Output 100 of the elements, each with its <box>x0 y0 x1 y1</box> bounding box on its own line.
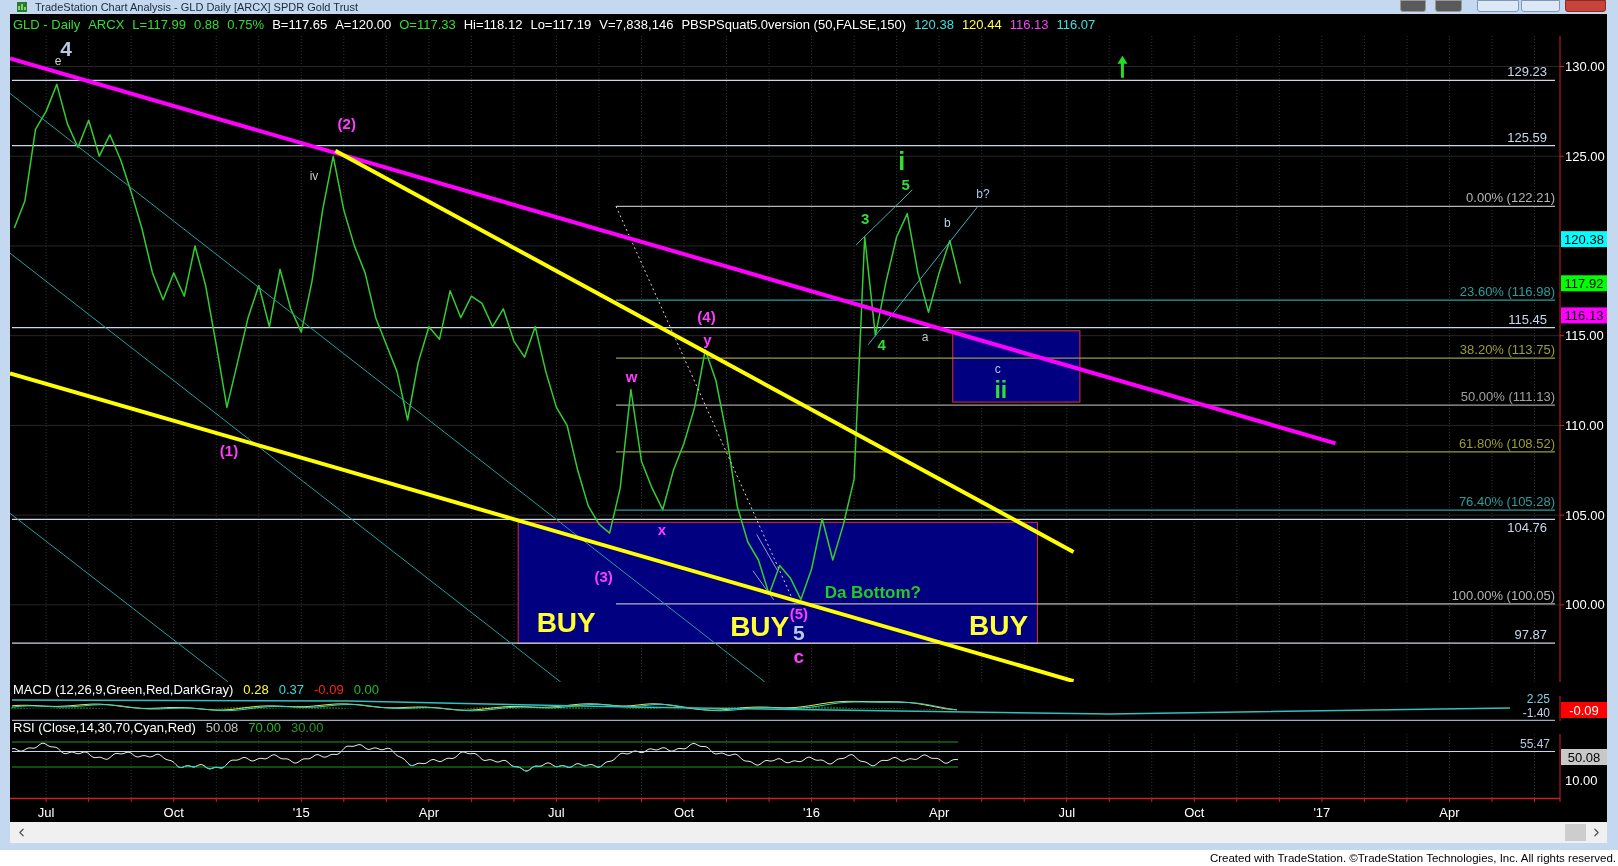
maximize-button[interactable] <box>1521 0 1560 12</box>
indicator-reading: 0.28 <box>243 682 269 696</box>
legend-text: 116.07 <box>1056 17 1096 33</box>
toolbar-button[interactable] <box>1435 0 1462 12</box>
legend-text: V=7,838,146 <box>599 17 674 33</box>
indicator-scale-label: 2.25 <box>1526 692 1550 706</box>
indicator-reading: 50.08 <box>205 721 239 734</box>
wave-label: c <box>994 361 1001 376</box>
legend-text: Hi=118.12 <box>463 17 523 33</box>
price-level-label: 0.00% (122.21) <box>1466 190 1555 206</box>
price-level-label: 100.00% (100.05) <box>1451 587 1555 603</box>
wave-label: BUY <box>536 606 596 638</box>
toolbar-button[interactable] <box>1400 0 1426 12</box>
close-button[interactable] <box>1565 0 1606 12</box>
price-level-label: 129.23 <box>1507 64 1547 80</box>
wave-label: a <box>921 329 929 344</box>
axis-label: Oct <box>163 804 184 820</box>
wave-label: 4 <box>60 37 72 61</box>
price-level-label: 115.45 <box>1508 311 1547 327</box>
indicator-reading: 70.00 <box>248 721 281 734</box>
indicator-name: MACD (12,26,9,Green,Red,DarkGray) <box>13 682 234 696</box>
legend-text: ARCX <box>88 17 125 33</box>
wave-label: w <box>625 368 638 386</box>
wave-label: 3 <box>861 209 870 227</box>
wave-label: (2) <box>337 115 356 133</box>
axis-label: 130.00 <box>1565 59 1605 74</box>
price-tag: 117.92 <box>1561 275 1607 292</box>
app-icon <box>17 2 27 12</box>
indicator-scale-label: -1.40 <box>1522 705 1550 720</box>
wave-label: BUY <box>730 610 790 642</box>
up-arrow-icon <box>1117 55 1128 78</box>
legend-text: A=120.00 <box>335 17 392 33</box>
wave-label: i <box>898 147 906 176</box>
axis-label: '16 <box>803 804 821 820</box>
minimize-button[interactable] <box>1477 0 1519 12</box>
price-tag: 116.13 <box>1561 307 1607 324</box>
indicator-reading: 0.37 <box>278 682 304 696</box>
legend-text: 0.88 <box>193 17 220 33</box>
axis-label: 110.00 <box>1565 417 1604 433</box>
price-level-label: 125.59 <box>1507 129 1547 145</box>
indicator-name: RSI (Close,14,30,70,Cyan,Red) <box>13 721 196 734</box>
legend-text: GLD - Daily <box>13 17 81 33</box>
axis-label: 10.00 <box>1565 772 1598 788</box>
indicator-tag: -0.09 <box>1561 702 1607 718</box>
indicator-tag: 50.08 <box>1561 749 1607 765</box>
axis-label: 115.00 <box>1565 328 1604 344</box>
wave-label: 4 <box>877 336 886 354</box>
window-title: TradeStation Chart Analysis - GLD Daily [ARCX] SPDR Gold Trust <box>35 0 358 14</box>
wave-label: (5) <box>789 605 808 623</box>
wave-label: Da Bottom? <box>824 582 921 602</box>
wave-label: c <box>793 646 805 668</box>
copyright-text: Created with TradeStation. ©TradeStation Technologies, Inc. All rights reserved. <box>1209 851 1616 866</box>
wave-label: x <box>657 521 667 539</box>
price-level-label: 50.00% (111.13) <box>1460 389 1555 405</box>
wave-label: iv <box>309 168 319 183</box>
axis-label: Apr <box>418 804 439 820</box>
price-level-label: 38.20% (113.75) <box>1459 342 1555 358</box>
price-level-label: 76.40% (105.28) <box>1458 494 1555 510</box>
wave-label: y <box>703 331 712 349</box>
legend-text: 120.38 <box>914 17 954 33</box>
wave-label: BUY <box>969 610 1029 642</box>
axis-label: '17 <box>1313 804 1331 820</box>
axis-label: 105.00 <box>1565 507 1605 523</box>
axis-label: '15 <box>292 804 310 820</box>
indicator-reading: 0.00 <box>353 682 379 696</box>
indicator-scale-label: 55.47 <box>1519 736 1550 751</box>
axis-label: Oct <box>673 804 695 820</box>
axis-label: Oct <box>1184 804 1205 820</box>
price-level-label: 104.76 <box>1507 520 1547 536</box>
legend-text: L=117.99 <box>132 17 186 33</box>
wave-label: (4) <box>697 308 716 326</box>
wave-label: (1) <box>219 442 239 460</box>
axis-label: Jul <box>37 804 55 820</box>
axis-label: 100.00 <box>1565 597 1605 613</box>
wave-label: b? <box>976 186 990 201</box>
scrollbar-thumb[interactable] <box>1565 824 1586 841</box>
axis-label: Apr <box>1439 804 1460 820</box>
wave-label: 5 <box>901 176 910 194</box>
wave-label: ii <box>994 377 1008 404</box>
axis-label: Apr <box>929 804 950 820</box>
axis-label: Jul <box>1058 804 1076 820</box>
legend-text: 116.13 <box>1009 17 1049 33</box>
legend-text: Lo=117.19 <box>530 17 592 33</box>
legend-text: O=117.33 <box>399 17 456 33</box>
indicator-reading: -0.09 <box>314 682 344 696</box>
axis-label: Jul <box>548 804 565 820</box>
wave-label: 5 <box>793 621 805 645</box>
scrollbar[interactable] <box>10 822 1607 843</box>
indicator-reading: 30.00 <box>290 721 324 734</box>
legend-text: PBSPSquat5.0version (50,FALSE,150) <box>681 17 907 33</box>
legend-text: B=117.65 <box>272 17 328 33</box>
legend-text: 0.75% <box>227 17 265 33</box>
price-level-label: 61.80% (108.52) <box>1458 435 1555 451</box>
wave-label: e <box>54 54 62 69</box>
price-level-label: 23.60% (116.98) <box>1459 284 1555 300</box>
price-tag: 120.38 <box>1561 231 1607 248</box>
price-level-label: 97.87 <box>1514 627 1547 643</box>
legend-text: 120.44 <box>961 17 1002 33</box>
axis-label: 125.00 <box>1565 148 1605 164</box>
wave-label: (3) <box>594 567 613 585</box>
